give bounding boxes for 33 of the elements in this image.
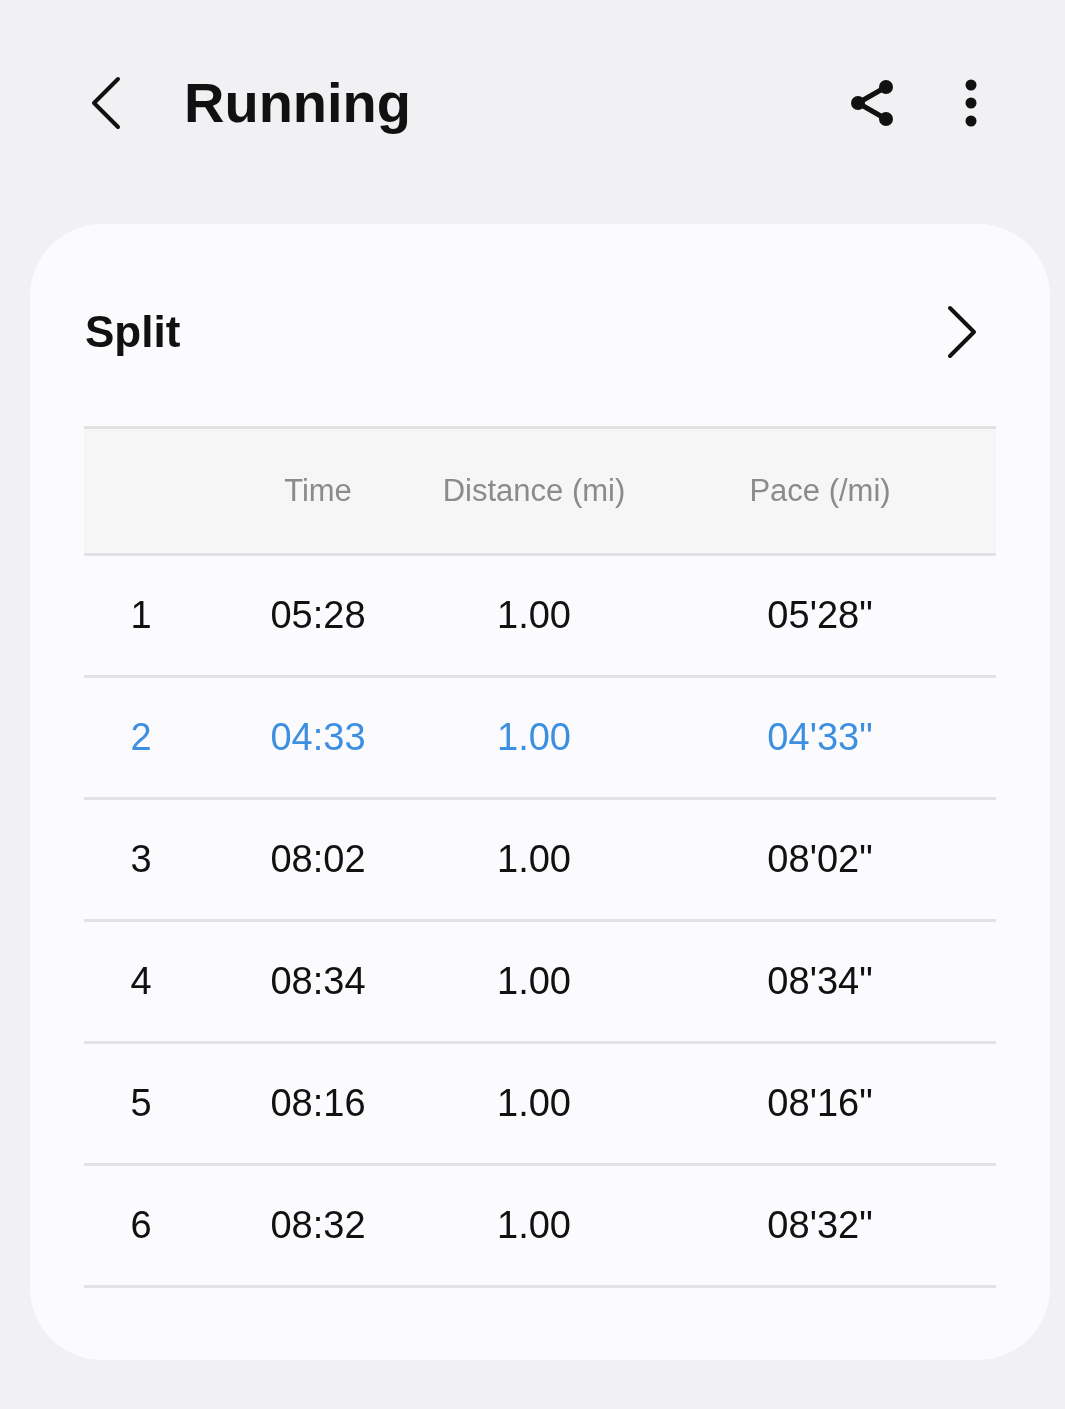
table-cell: 08'34" bbox=[767, 960, 873, 1003]
split-number: 2 bbox=[130, 716, 152, 759]
split-number: 1 bbox=[130, 594, 152, 637]
table-cell: 1.00 bbox=[497, 1204, 571, 1247]
column-header: Time bbox=[284, 473, 352, 509]
table-cell: 08:02 bbox=[270, 838, 366, 881]
column-header: Pace (/mi) bbox=[749, 473, 891, 509]
table-cell: 1.00 bbox=[497, 594, 571, 637]
table-cell: 05:28 bbox=[270, 594, 366, 637]
split-number: 3 bbox=[130, 838, 152, 881]
card-title: Split bbox=[85, 307, 181, 357]
page-title: Running bbox=[184, 72, 412, 134]
table-cell: 08:32 bbox=[270, 1204, 366, 1247]
split-number: 6 bbox=[130, 1204, 152, 1247]
chevron-right-icon[interactable] bbox=[946, 305, 978, 359]
table-cell: 1.00 bbox=[497, 838, 571, 881]
table-cell: 08:16 bbox=[270, 1082, 366, 1125]
table-cell: 08'32" bbox=[767, 1204, 873, 1247]
table-cell: 08'16" bbox=[767, 1082, 873, 1125]
table-cell: 04'33" bbox=[767, 716, 873, 759]
column-header: Distance (mi) bbox=[442, 473, 626, 509]
share-icon[interactable] bbox=[849, 79, 895, 127]
table-cell: 08'02" bbox=[767, 838, 873, 881]
table-cell: 1.00 bbox=[497, 716, 571, 759]
table-cell: 1.00 bbox=[497, 1082, 571, 1125]
split-number: 4 bbox=[130, 960, 152, 1003]
more-options-icon[interactable] bbox=[965, 79, 977, 127]
table-cell: 1.00 bbox=[497, 960, 571, 1003]
back-icon[interactable] bbox=[90, 76, 122, 130]
table-cell: 08:34 bbox=[270, 960, 366, 1003]
table-cell: 05'28" bbox=[767, 594, 873, 637]
split-number: 5 bbox=[130, 1082, 152, 1125]
table-cell: 04:33 bbox=[270, 716, 366, 759]
